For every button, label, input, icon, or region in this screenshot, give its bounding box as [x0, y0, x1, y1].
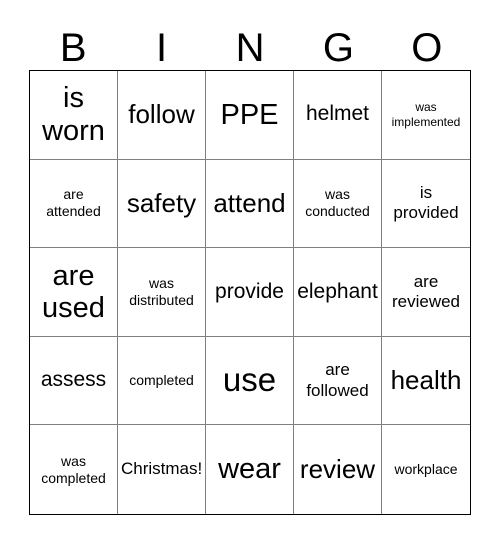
bingo-cell[interactable]: use: [206, 336, 294, 426]
bingo-cell-label: Christmas!: [121, 459, 203, 479]
bingo-cell-label: safety: [126, 187, 197, 218]
bingo-cell-label: wear: [218, 453, 281, 486]
bingo-cell-label: PPE: [220, 98, 279, 131]
header-letter-o: O: [411, 26, 443, 70]
bingo-cell[interactable]: are used: [30, 248, 118, 337]
bingo-cell-label: are reviewed: [391, 271, 461, 311]
bingo-cell-label: review: [299, 453, 376, 484]
bingo-cell-label: are attended: [46, 186, 101, 220]
header-letter-g: G: [322, 26, 354, 70]
bingo-cell[interactable]: was conducted: [294, 159, 382, 249]
bingo-cell-label: assess: [40, 368, 107, 392]
bingo-grid: is worn follow PPE helmet was implemented are…: [29, 70, 471, 515]
bingo-cell-label: was distributed: [129, 274, 194, 308]
bingo-cell[interactable]: wear: [206, 425, 294, 514]
header-letter-n: N: [235, 26, 265, 70]
bingo-cell[interactable]: assess: [30, 336, 118, 426]
bingo-cell[interactable]: review: [294, 425, 382, 514]
bingo-cell[interactable]: provide: [206, 248, 294, 337]
bingo-cell[interactable]: PPE: [206, 71, 294, 160]
bingo-header-row: B I N G O: [29, 18, 471, 70]
bingo-cell-label: elephant: [297, 279, 378, 303]
bingo-cell[interactable]: are followed: [294, 336, 382, 426]
bingo-cell[interactable]: helmet: [294, 71, 382, 160]
bingo-cell-label: are followed: [306, 360, 369, 400]
bingo-cell[interactable]: health: [382, 337, 470, 426]
bingo-cell[interactable]: Christmas!: [118, 425, 206, 514]
header-letter-i: I: [156, 26, 168, 70]
bingo-cell[interactable]: safety: [118, 159, 206, 249]
bingo-card: B I N G O is worn follow PPE helmet was impl…: [0, 0, 500, 544]
bingo-cell[interactable]: attend: [206, 159, 294, 249]
bingo-cell-label: was conducted: [305, 186, 370, 220]
bingo-cell-label: follow: [128, 98, 195, 129]
bingo-cell[interactable]: are reviewed: [382, 248, 470, 337]
bingo-cell[interactable]: was distributed: [118, 248, 206, 337]
bingo-cell-label: helmet: [305, 102, 370, 126]
bingo-cell-label: workplace: [394, 461, 458, 478]
bingo-cell[interactable]: was completed: [30, 425, 118, 514]
bingo-cell-label: is provided: [393, 183, 459, 223]
bingo-cell-label: was implemented: [391, 99, 461, 129]
bingo-cell[interactable]: is provided: [382, 160, 470, 249]
bingo-cell-label: provide: [215, 279, 284, 303]
bingo-cell-label: was completed: [41, 452, 106, 486]
bingo-cell[interactable]: is worn: [30, 71, 118, 160]
bingo-cell-label: completed: [129, 372, 194, 389]
bingo-cell[interactable]: follow: [118, 71, 206, 160]
bingo-cell[interactable]: completed: [118, 336, 206, 426]
bingo-cell[interactable]: are attended: [30, 159, 118, 249]
bingo-cell-label: are used: [42, 259, 105, 324]
bingo-cell-label: attend: [213, 187, 286, 218]
bingo-cell-label: is worn: [42, 82, 105, 147]
bingo-cell-label: use: [222, 361, 277, 399]
bingo-cell-label: health: [390, 364, 462, 395]
bingo-cell[interactable]: was implemented: [382, 71, 470, 160]
bingo-cell[interactable]: workplace: [382, 425, 470, 514]
header-letter-b: B: [59, 26, 87, 70]
bingo-cell[interactable]: elephant: [294, 248, 382, 337]
